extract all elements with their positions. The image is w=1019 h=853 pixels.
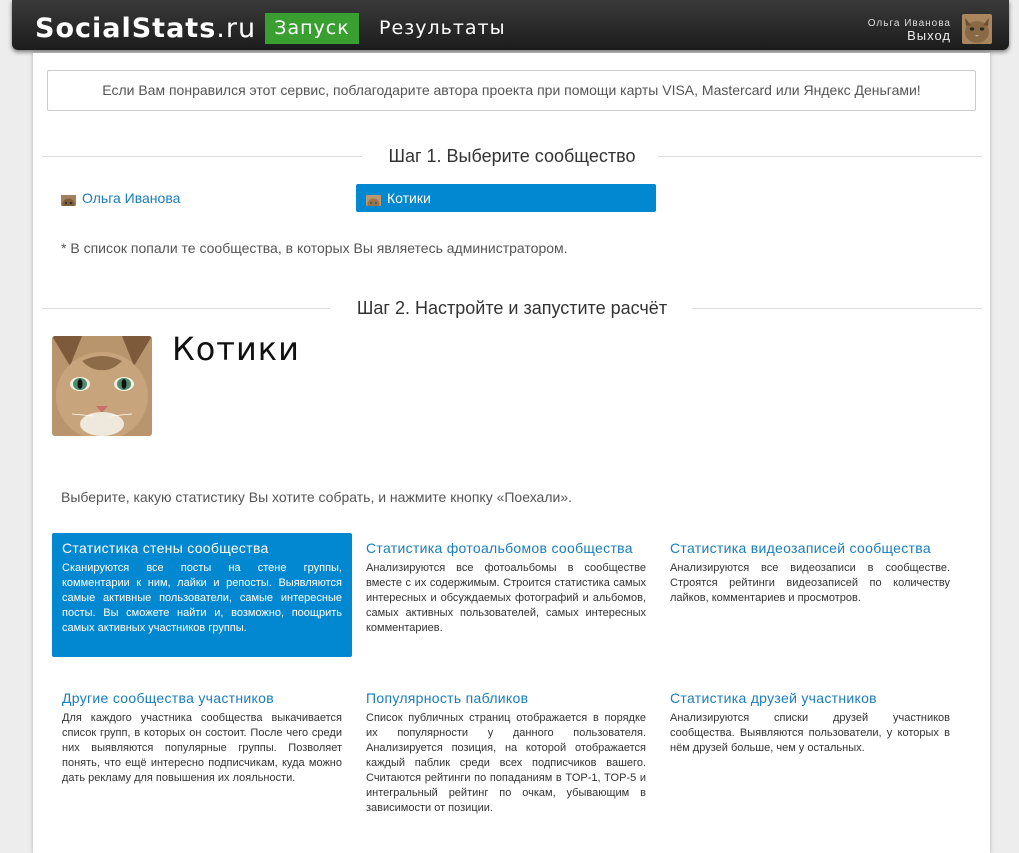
- avatar[interactable]: [962, 14, 992, 44]
- logout-link[interactable]: Выход: [907, 28, 951, 43]
- step2-heading: Шаг 2. Настройте и запустите расчёт: [42, 296, 982, 320]
- instructions-text: Выберите, какую статистику Вы хотите соб…: [61, 489, 572, 505]
- stat-card-description: Анализируются все фотоальбомы в сообщест…: [366, 562, 646, 634]
- stat-card-title: Статистика видеозаписей сообщества: [670, 540, 931, 556]
- stat-card-description: Для каждого участника сообщества выкачив…: [62, 712, 342, 784]
- nav-results-link[interactable]: Результаты: [379, 13, 506, 44]
- main-panel: Если Вам понравился этот сервис, поблаго…: [33, 53, 990, 853]
- stat-card-videos[interactable]: Статистика видеозаписей сообщества Анали…: [660, 533, 960, 612]
- stat-card-title: Популярность пабликов: [366, 690, 529, 706]
- cat-photo-icon: [52, 336, 152, 436]
- stat-card-photo-albums[interactable]: Статистика фотоальбомов сообщества Анали…: [356, 533, 656, 642]
- stat-card-description: Анализируются списки друзей участников с…: [670, 712, 950, 754]
- nav-launch-button[interactable]: Запуск: [265, 13, 359, 44]
- stat-card-wall[interactable]: Статистика стены сообщества Сканируются …: [52, 533, 352, 657]
- stat-card-public-popularity[interactable]: Популярность пабликов Список публичных с…: [356, 683, 656, 822]
- cat-avatar-icon: [962, 14, 992, 44]
- stat-card-title: Другие сообщества участников: [62, 690, 274, 706]
- stat-card-title: Статистика друзей участников: [670, 690, 877, 706]
- group-photo: [52, 336, 152, 436]
- donate-banner: Если Вам понравился этот сервис, поблаго…: [47, 70, 976, 111]
- community-thumbnail: [61, 191, 76, 206]
- group-name: Котики: [172, 330, 300, 368]
- stat-card-title: Статистика стены сообщества: [62, 540, 269, 556]
- step1-heading: Шаг 1. Выберите сообщество: [42, 144, 982, 168]
- community-item-olga[interactable]: Ольга Иванова: [61, 184, 180, 212]
- admin-note: * В список попали те сообщества, в котор…: [61, 240, 568, 256]
- community-thumbnail: [366, 191, 381, 206]
- stat-card-description: Сканируются все посты на стене группы, к…: [62, 562, 342, 634]
- stat-card-member-friends[interactable]: Статистика друзей участников Анализируют…: [660, 683, 960, 762]
- stat-card-title: Статистика фотоальбомов сообщества: [366, 540, 633, 556]
- stat-card-other-communities[interactable]: Другие сообщества участников Для каждого…: [52, 683, 352, 792]
- community-item-kotiki[interactable]: Котики: [356, 184, 656, 212]
- top-navigation-bar: SocialStats.ru Запуск Результаты Ольга И…: [12, 0, 1009, 50]
- site-logo[interactable]: SocialStats.ru: [35, 12, 256, 46]
- stat-card-description: Анализируются все видеозаписи в сообщест…: [670, 562, 950, 604]
- stat-card-description: Список публичных страниц отображается в …: [366, 712, 646, 814]
